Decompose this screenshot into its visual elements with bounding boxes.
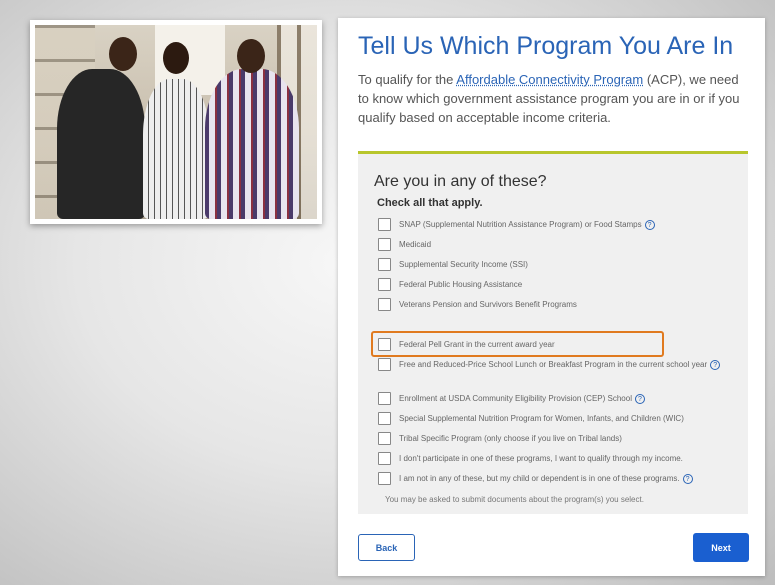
help-icon[interactable]: ? (634, 393, 645, 404)
option-income[interactable]: I don't participate in one of these prog… (378, 452, 683, 465)
documents-note: You may be asked to submit documents abo… (385, 495, 644, 504)
photo-frame (30, 20, 322, 224)
acp-link[interactable]: Affordable Connectivity Program (456, 72, 643, 87)
option-public-housing[interactable]: Federal Public Housing Assistance (378, 278, 522, 291)
checkbox[interactable] (378, 392, 391, 405)
help-icon[interactable]: ? (710, 359, 721, 370)
checkbox[interactable] (378, 298, 391, 311)
checkbox[interactable] (378, 432, 391, 445)
option-school-lunch[interactable]: Free and Reduced-Price School Lunch or B… (378, 358, 728, 371)
checkbox[interactable] (378, 358, 391, 371)
checkbox[interactable] (378, 278, 391, 291)
help-icon[interactable]: ? (644, 219, 655, 230)
question-title: Are you in any of these? (374, 173, 547, 190)
intro-text: To qualify for the Affordable Connectivi… (358, 72, 740, 125)
program-question-section: Are you in any of these? Check all that … (358, 151, 748, 514)
checkbox[interactable] (378, 472, 391, 485)
pell-grant-highlight (371, 331, 664, 357)
next-button[interactable]: Next (693, 533, 749, 562)
option-dependent[interactable]: I am not in any of these, but my child o… (378, 472, 693, 485)
help-icon[interactable]: ? (682, 473, 693, 484)
option-tribal[interactable]: Tribal Specific Program (only choose if … (378, 432, 622, 445)
option-veterans-pension[interactable]: Veterans Pension and Survivors Benefit P… (378, 298, 577, 311)
checkbox[interactable] (378, 218, 391, 231)
back-button[interactable]: Back (358, 534, 415, 561)
question-subtitle: Check all that apply. (377, 197, 483, 209)
checkbox[interactable] (378, 412, 391, 425)
students-photo (35, 25, 317, 219)
option-cep-school[interactable]: Enrollment at USDA Community Eligibility… (378, 392, 645, 405)
checkbox[interactable] (378, 258, 391, 271)
page-title: Tell Us Which Program You Are In (358, 32, 734, 60)
checkbox[interactable] (378, 452, 391, 465)
option-wic[interactable]: Special Supplemental Nutrition Program f… (378, 412, 684, 425)
checkbox[interactable] (378, 238, 391, 251)
option-medicaid[interactable]: Medicaid (378, 238, 431, 251)
option-snap[interactable]: SNAP (Supplemental Nutrition Assistance … (378, 218, 655, 231)
option-ssi[interactable]: Supplemental Security Income (SSI) (378, 258, 528, 271)
program-selection-card: Tell Us Which Program You Are In To qual… (338, 18, 765, 576)
